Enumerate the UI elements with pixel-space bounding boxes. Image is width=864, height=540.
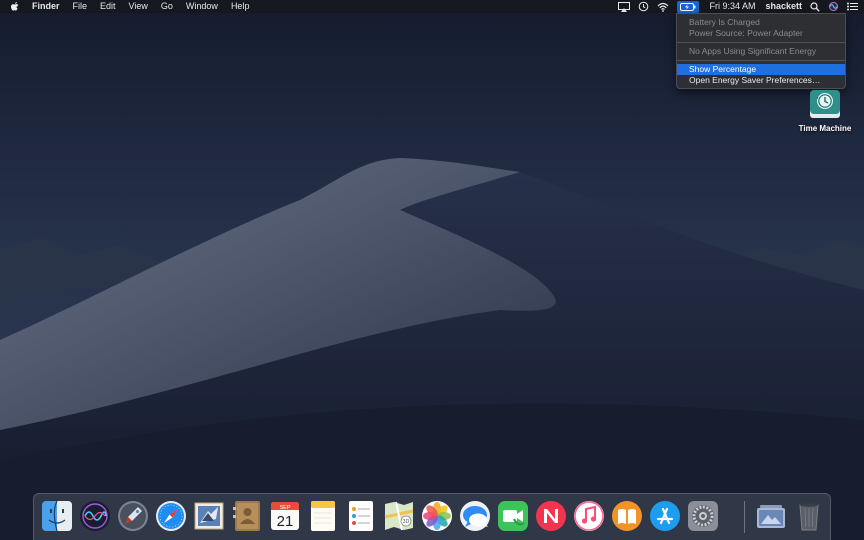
app-store-icon[interactable] (648, 499, 682, 533)
downloads-stack-icon[interactable] (754, 499, 788, 533)
siri-icon[interactable] (78, 499, 112, 533)
time-machine-label: Time Machine (798, 124, 852, 133)
menu-bar: Finder File Edit View Go Window Help Fri… (0, 0, 864, 13)
menu-help[interactable]: Help (231, 0, 250, 13)
notification-center-icon[interactable] (847, 0, 858, 13)
status-menus: Fri 9:34 AM shackett (610, 0, 858, 13)
battery-status-text: Battery Is Charged (689, 17, 760, 27)
menu-edit[interactable]: Edit (100, 0, 116, 13)
wifi-icon[interactable] (657, 0, 669, 13)
facetime-icon[interactable] (496, 499, 530, 533)
messages-icon[interactable] (458, 499, 492, 533)
time-machine-menu-icon[interactable] (638, 0, 649, 13)
trash-icon[interactable] (792, 499, 826, 533)
menu-file[interactable]: File (73, 0, 88, 13)
menu-view[interactable]: View (129, 0, 148, 13)
notes-icon[interactable] (306, 499, 340, 533)
app-menu-finder[interactable]: Finder (32, 0, 60, 13)
dock: SEP 21 3D (33, 493, 831, 540)
calendar-day: 21 (277, 513, 294, 530)
power-source-text: Power Source: Power Adapter (689, 28, 803, 38)
music-icon[interactable] (572, 499, 606, 533)
menu-separator (677, 42, 845, 43)
siri-menu-icon[interactable] (828, 0, 839, 13)
dock-divider (744, 501, 745, 533)
energy-saver-preferences-menu-item[interactable]: Open Energy Saver Preferences… (677, 75, 845, 86)
time-machine-disk-icon[interactable]: Time Machine (795, 86, 855, 133)
photos-icon[interactable] (420, 499, 454, 533)
airplay-icon[interactable] (618, 0, 631, 13)
external-drive-icon (810, 90, 840, 118)
books-icon[interactable] (610, 499, 644, 533)
finder-icon[interactable] (40, 499, 74, 533)
fast-user-switching-name[interactable]: shackett (765, 0, 802, 13)
contacts-icon[interactable] (230, 499, 264, 533)
battery-icon[interactable] (677, 0, 700, 13)
calendar-month: SEP (279, 505, 290, 511)
maps-icon[interactable]: 3D (382, 499, 416, 533)
system-preferences-icon[interactable] (686, 499, 720, 533)
menu-window[interactable]: Window (186, 0, 218, 13)
safari-icon[interactable] (154, 499, 188, 533)
apple-menu-icon[interactable] (10, 1, 20, 12)
battery-dropdown-menu: Battery Is Charged Power Source: Power A… (676, 13, 846, 89)
show-percentage-menu-item[interactable]: Show Percentage (677, 64, 845, 75)
energy-usage-text: No Apps Using Significant Energy (689, 46, 817, 56)
mail-icon[interactable] (192, 499, 226, 533)
menubar-clock[interactable]: Fri 9:34 AM (709, 0, 755, 13)
launchpad-icon[interactable] (116, 499, 150, 533)
spotlight-icon[interactable] (810, 0, 820, 13)
calendar-icon[interactable]: SEP 21 (268, 499, 302, 533)
news-icon[interactable] (534, 499, 568, 533)
menu-go[interactable]: Go (161, 0, 173, 13)
menu-separator (677, 60, 845, 61)
svg-text:3D: 3D (403, 519, 410, 525)
reminders-icon[interactable] (344, 499, 378, 533)
